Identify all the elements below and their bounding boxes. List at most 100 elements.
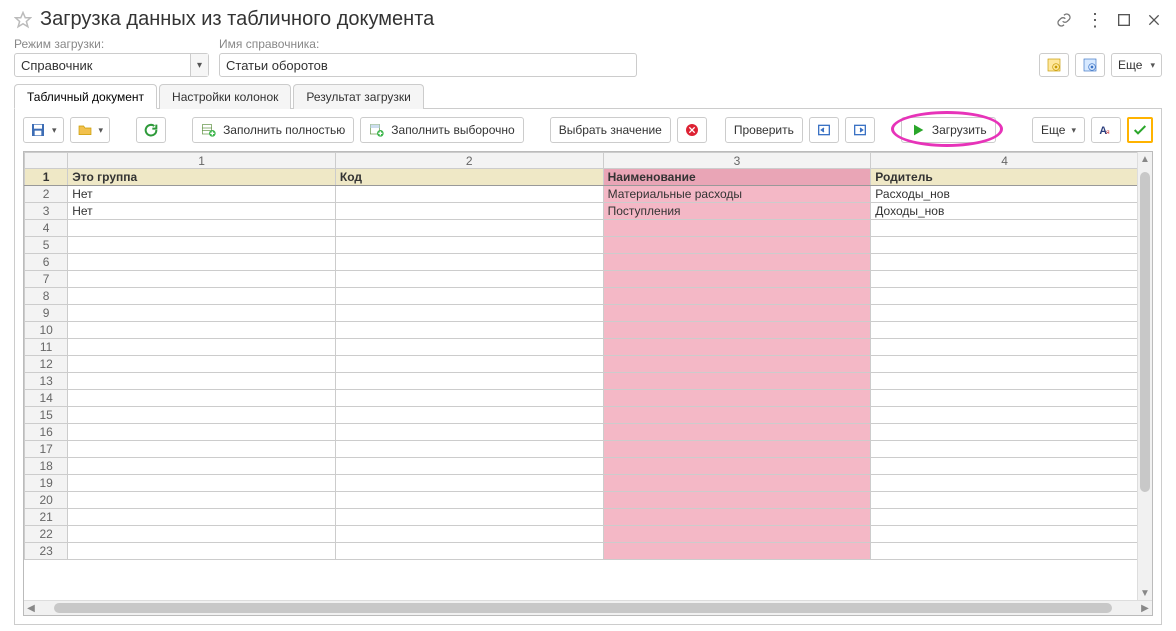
- row-number[interactable]: 5: [25, 237, 68, 254]
- cell-group[interactable]: Нет: [68, 203, 336, 220]
- cell[interactable]: [603, 492, 871, 509]
- cell[interactable]: [871, 390, 1139, 407]
- cell-name[interactable]: Поступления: [603, 203, 871, 220]
- cell[interactable]: [68, 322, 336, 339]
- scroll-right-icon[interactable]: ▶: [1138, 601, 1152, 615]
- cell[interactable]: [871, 322, 1139, 339]
- row-number[interactable]: 10: [25, 322, 68, 339]
- cell[interactable]: [335, 543, 603, 560]
- row-number[interactable]: 12: [25, 356, 68, 373]
- col-header-4[interactable]: 4: [871, 153, 1139, 169]
- open-button[interactable]: ▾: [70, 117, 111, 143]
- cell[interactable]: [335, 390, 603, 407]
- tab-spreadsheet[interactable]: Табличный документ: [14, 84, 157, 109]
- cell[interactable]: [68, 339, 336, 356]
- cell[interactable]: [871, 509, 1139, 526]
- confirm-check-button[interactable]: [1127, 117, 1153, 143]
- cell[interactable]: [68, 424, 336, 441]
- cell[interactable]: [871, 526, 1139, 543]
- cell[interactable]: [871, 220, 1139, 237]
- cell[interactable]: [871, 543, 1139, 560]
- cell[interactable]: [603, 441, 871, 458]
- save-button[interactable]: ▾: [23, 117, 64, 143]
- cell[interactable]: [68, 475, 336, 492]
- cell[interactable]: [603, 390, 871, 407]
- row-number[interactable]: 22: [25, 526, 68, 543]
- cell[interactable]: [603, 271, 871, 288]
- refresh-button[interactable]: [136, 117, 166, 143]
- cell[interactable]: [68, 390, 336, 407]
- more-button-toolbar[interactable]: Еще ▾: [1032, 117, 1085, 143]
- cell[interactable]: [603, 373, 871, 390]
- remove-selection-button[interactable]: [677, 117, 707, 143]
- cell[interactable]: [335, 220, 603, 237]
- scroll-down-icon[interactable]: ▼: [1138, 586, 1152, 600]
- cell[interactable]: [335, 407, 603, 424]
- cell[interactable]: [871, 305, 1139, 322]
- cell[interactable]: [335, 458, 603, 475]
- field-header-name[interactable]: Наименование: [603, 169, 871, 186]
- cell[interactable]: [871, 373, 1139, 390]
- cell[interactable]: [68, 458, 336, 475]
- cell[interactable]: [335, 509, 603, 526]
- row-number[interactable]: 20: [25, 492, 68, 509]
- cell[interactable]: [68, 254, 336, 271]
- vertical-scrollbar[interactable]: ▲ ▼: [1137, 152, 1152, 600]
- corner-cell[interactable]: [25, 153, 68, 169]
- cell[interactable]: [871, 458, 1139, 475]
- row-number[interactable]: 9: [25, 305, 68, 322]
- cell[interactable]: [603, 288, 871, 305]
- cell-name[interactable]: Материальные расходы: [603, 186, 871, 203]
- spreadsheet-scroll[interactable]: 1 2 3 4 1 Это группа Код Наименование Ро: [24, 152, 1152, 600]
- load-button[interactable]: Загрузить: [901, 117, 996, 143]
- cell[interactable]: [335, 475, 603, 492]
- cell[interactable]: [871, 475, 1139, 492]
- scroll-up-icon[interactable]: ▲: [1138, 152, 1152, 166]
- cell-group[interactable]: Нет: [68, 186, 336, 203]
- field-header-group[interactable]: Это группа: [68, 169, 336, 186]
- cell[interactable]: [68, 305, 336, 322]
- check-button[interactable]: Проверить: [725, 117, 803, 143]
- cell[interactable]: [603, 526, 871, 543]
- cell[interactable]: [335, 373, 603, 390]
- row-number[interactable]: 16: [25, 424, 68, 441]
- fill-full-button[interactable]: Заполнить полностью: [192, 117, 354, 143]
- cell[interactable]: [871, 288, 1139, 305]
- row-number[interactable]: 15: [25, 407, 68, 424]
- cell[interactable]: [68, 356, 336, 373]
- cell[interactable]: [603, 509, 871, 526]
- cell[interactable]: [603, 322, 871, 339]
- cell[interactable]: [335, 237, 603, 254]
- cell[interactable]: [603, 237, 871, 254]
- cell[interactable]: [68, 407, 336, 424]
- more-button-header[interactable]: Еще ▾: [1111, 53, 1162, 77]
- row-number[interactable]: 19: [25, 475, 68, 492]
- cell[interactable]: [335, 492, 603, 509]
- link-icon[interactable]: [1056, 12, 1072, 28]
- row-number[interactable]: 13: [25, 373, 68, 390]
- cell[interactable]: [603, 356, 871, 373]
- cell[interactable]: [603, 220, 871, 237]
- cell[interactable]: [335, 424, 603, 441]
- cell[interactable]: [603, 543, 871, 560]
- row-number[interactable]: 17: [25, 441, 68, 458]
- name-input[interactable]: Статьи оборотов: [219, 53, 637, 77]
- kebab-menu-icon[interactable]: ⋮: [1086, 12, 1102, 28]
- nav-left-button[interactable]: [809, 117, 839, 143]
- cell[interactable]: [68, 271, 336, 288]
- row-number[interactable]: 3: [25, 203, 68, 220]
- cell[interactable]: [335, 339, 603, 356]
- cell-code[interactable]: [335, 186, 603, 203]
- col-header-3[interactable]: 3: [603, 153, 871, 169]
- cell[interactable]: [603, 475, 871, 492]
- cell[interactable]: [68, 220, 336, 237]
- row-number[interactable]: 21: [25, 509, 68, 526]
- cell[interactable]: [871, 237, 1139, 254]
- cell[interactable]: [871, 492, 1139, 509]
- cell[interactable]: [603, 407, 871, 424]
- cell[interactable]: [871, 441, 1139, 458]
- row-number[interactable]: 1: [25, 169, 68, 186]
- cell[interactable]: [603, 305, 871, 322]
- row-number[interactable]: 4: [25, 220, 68, 237]
- settings1-button[interactable]: [1039, 53, 1069, 77]
